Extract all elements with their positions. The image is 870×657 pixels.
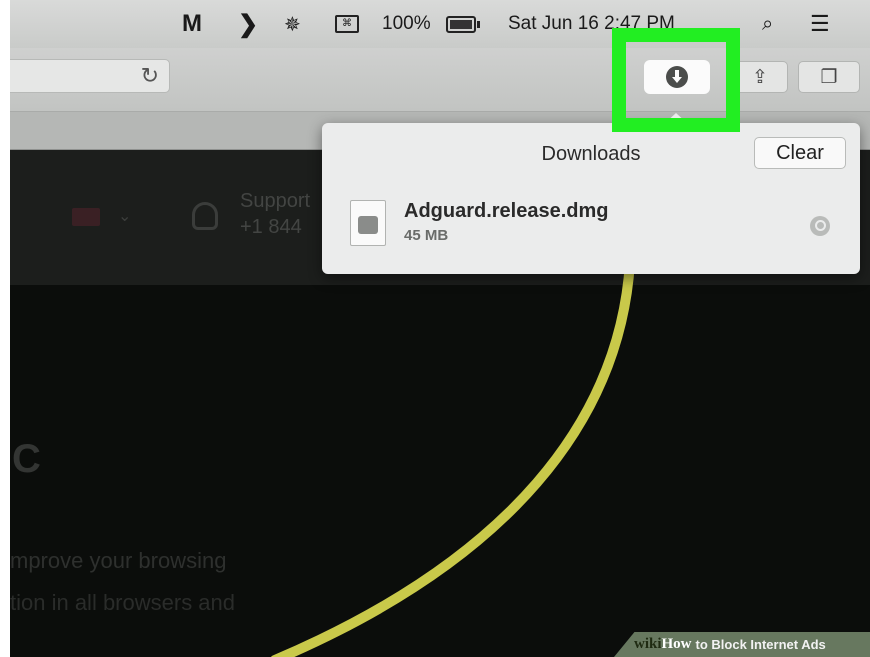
chevron-right-icon[interactable]: ❯: [238, 0, 258, 48]
share-button[interactable]: ⇪: [732, 61, 788, 93]
battery-percent: 100%: [382, 13, 431, 34]
tabs-button[interactable]: ❐: [798, 61, 860, 93]
support-info: Support +1 844: [240, 188, 310, 240]
support-phone[interactable]: +1 844: [240, 214, 310, 240]
flag-icon[interactable]: [72, 208, 100, 226]
watermark-text: to Block Internet Ads: [695, 637, 826, 652]
downloads-popover: Downloads Clear Adguard.release.dmg 45 M…: [322, 113, 860, 274]
screenshot-frame: Μ ❯ ✵ ⌘ 100% Sat Jun 16 2:47 PM ⌕ ☰ ↻ ⇪ …: [10, 0, 870, 657]
headset-icon: [192, 202, 218, 230]
malwarebytes-icon[interactable]: Μ: [182, 0, 202, 48]
dmg-file-icon: [350, 200, 386, 246]
tabs-icon: ❐: [820, 66, 838, 88]
hero-heading: C: [12, 437, 41, 481]
watermark-brand: wiki: [634, 636, 662, 652]
hero-text-line: tion in all browsers and: [10, 590, 236, 615]
download-file-size: 45 MB: [404, 227, 449, 244]
website-hero: C mprove your browsing tion in all brows…: [10, 285, 870, 657]
watermark-how: How: [661, 636, 692, 652]
support-label: Support: [240, 190, 311, 212]
clear-button[interactable]: Clear: [754, 137, 846, 169]
hero-text-line: mprove your browsing: [10, 548, 227, 573]
reveal-in-finder-icon[interactable]: [810, 216, 830, 236]
list-icon[interactable]: ☰: [810, 0, 830, 48]
browser-toolbar: ↻ ⇪ ❐: [10, 48, 870, 112]
download-file-name[interactable]: Adguard.release.dmg: [404, 200, 609, 223]
search-icon[interactable]: ⌕: [762, 0, 773, 48]
chevron-down-icon[interactable]: ⌄: [118, 206, 131, 226]
keyboard-icon[interactable]: ⌘: [335, 0, 359, 48]
highlight-box: [612, 28, 740, 132]
share-icon: ⇪: [752, 66, 768, 88]
bluetooth-icon[interactable]: ✵: [284, 0, 301, 48]
wikihow-watermark: wiki How to Block Internet Ads: [614, 632, 870, 657]
battery-icon[interactable]: [446, 0, 480, 48]
menu-bar: Μ ❯ ✵ ⌘ 100% Sat Jun 16 2:47 PM ⌕ ☰: [10, 0, 870, 48]
reload-icon[interactable]: ↻: [141, 63, 159, 89]
address-bar[interactable]: ↻: [10, 59, 170, 93]
